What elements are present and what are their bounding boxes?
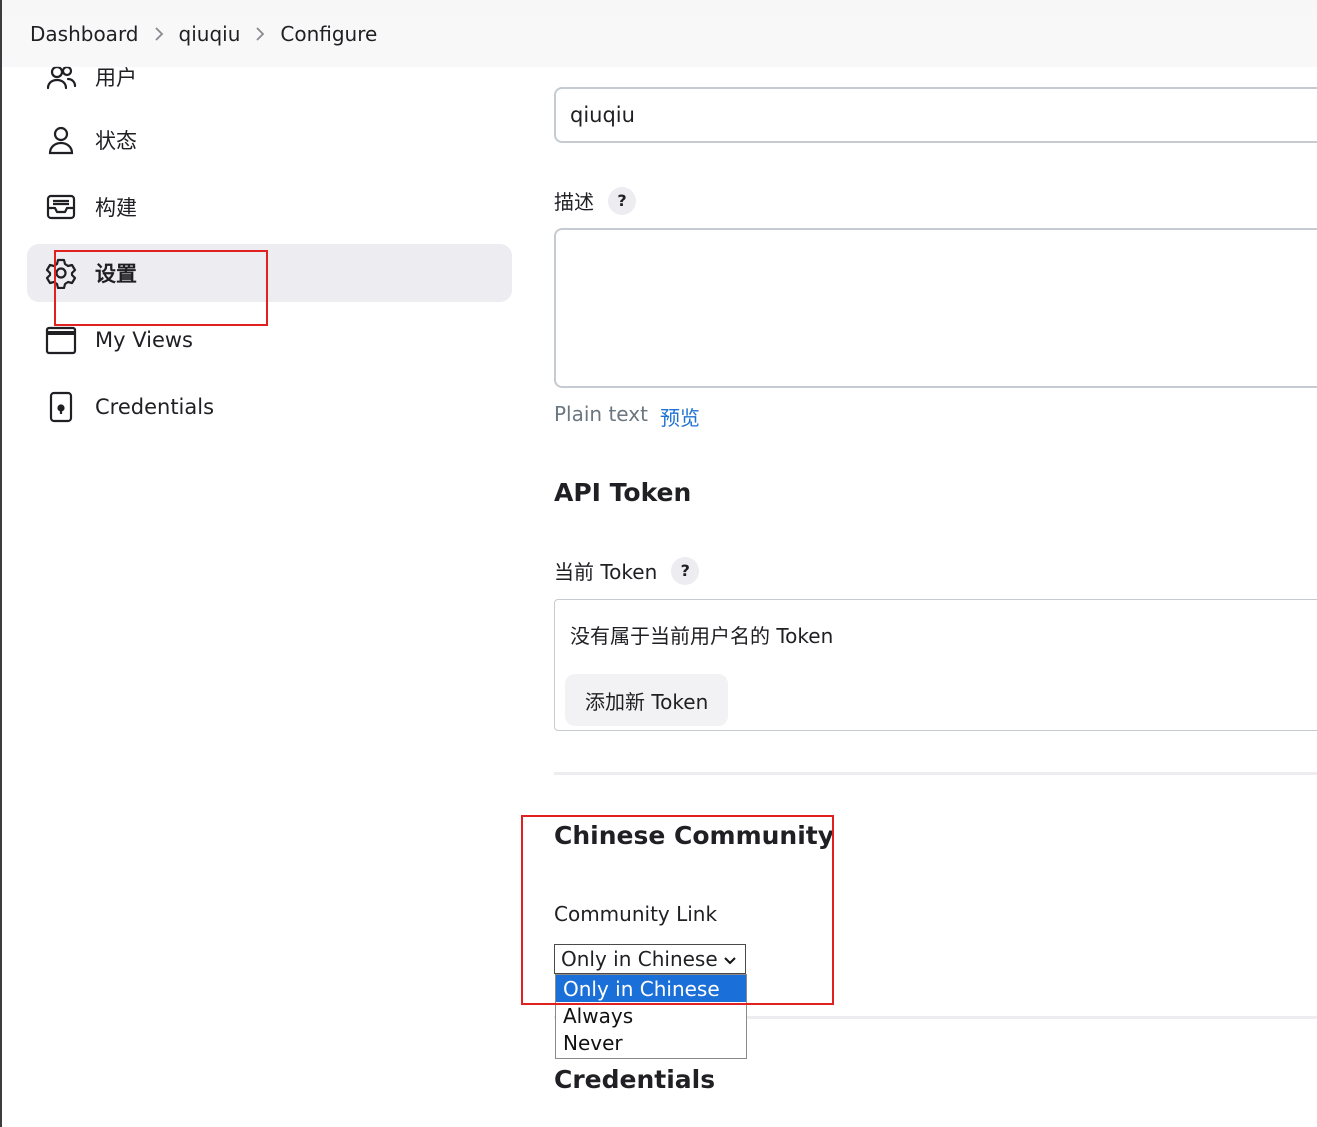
chinese-community-title: Chinese Community [554, 821, 835, 850]
breadcrumb: Dashboard qiuqiu Configure [2, 0, 1317, 67]
plain-text-label: Plain text [554, 402, 648, 426]
preview-link[interactable]: 预览 [660, 402, 700, 431]
sidebar-item-settings[interactable]: 设置 [27, 244, 512, 302]
full-name-value: qiuqiu [570, 103, 635, 127]
description-label: 描述 ? [554, 186, 636, 215]
breadcrumb-user[interactable]: qiuqiu [179, 22, 241, 46]
sidebar-item-label: 构建 [95, 196, 137, 220]
sidebar-item-my-views[interactable]: My Views [27, 311, 512, 369]
configure-form: qiuqiu 描述 ? Plain text 预览 API Token 当前 T… [554, 0, 1317, 1127]
breadcrumb-dashboard[interactable]: Dashboard [30, 22, 139, 46]
description-textarea[interactable] [554, 228, 1317, 388]
sidebar-item-status[interactable]: 状态 [27, 111, 512, 169]
current-token-help-icon[interactable]: ? [671, 556, 700, 585]
current-token-label: 当前 Token ? [554, 556, 700, 585]
option-never[interactable]: Never [556, 1029, 746, 1056]
community-select-value: Only in Chinese [561, 947, 718, 971]
sidebar-item-label: My Views [95, 328, 193, 352]
option-always[interactable]: Always [556, 1002, 746, 1029]
api-token-title: API Token [554, 478, 692, 507]
breadcrumb-configure[interactable]: Configure [280, 22, 377, 46]
community-link-select[interactable]: Only in Chinese [554, 944, 746, 974]
sidebar-item-label: 设置 [95, 262, 137, 286]
window-icon [45, 324, 77, 356]
description-label-text: 描述 [554, 190, 594, 214]
inbox-icon [45, 191, 77, 223]
chevron-right-icon [240, 24, 280, 44]
description-help-icon[interactable]: ? [608, 186, 636, 215]
format-line: Plain text 预览 [554, 402, 700, 431]
chevron-down-icon [724, 957, 736, 965]
add-token-button[interactable]: 添加新 Token [565, 674, 729, 726]
window-edge [0, 0, 2, 1127]
gear-icon [45, 257, 77, 289]
user-icon [45, 124, 77, 156]
full-name-input[interactable]: qiuqiu [554, 87, 1317, 143]
sidebar-item-label: Credentials [95, 395, 215, 419]
current-token-label-text: 当前 Token [554, 560, 658, 584]
no-token-text: 没有属于当前用户名的 Token [570, 624, 834, 648]
option-only-in-chinese[interactable]: Only in Chinese [556, 975, 746, 1002]
section-divider [554, 772, 1317, 775]
sidebar-item-label: 状态 [95, 129, 137, 153]
chevron-right-icon [139, 24, 179, 44]
credentials-title: Credentials [554, 1065, 716, 1094]
community-link-label: Community Link [554, 902, 718, 926]
sidebar-item-credentials[interactable]: Credentials [27, 378, 512, 436]
community-link-dropdown: Only in Chinese Always Never [555, 974, 747, 1059]
phone-key-icon [45, 391, 77, 423]
token-box: 没有属于当前用户名的 Token 添加新 Token [554, 599, 1317, 731]
sidebar-item-builds[interactable]: 构建 [27, 178, 512, 236]
